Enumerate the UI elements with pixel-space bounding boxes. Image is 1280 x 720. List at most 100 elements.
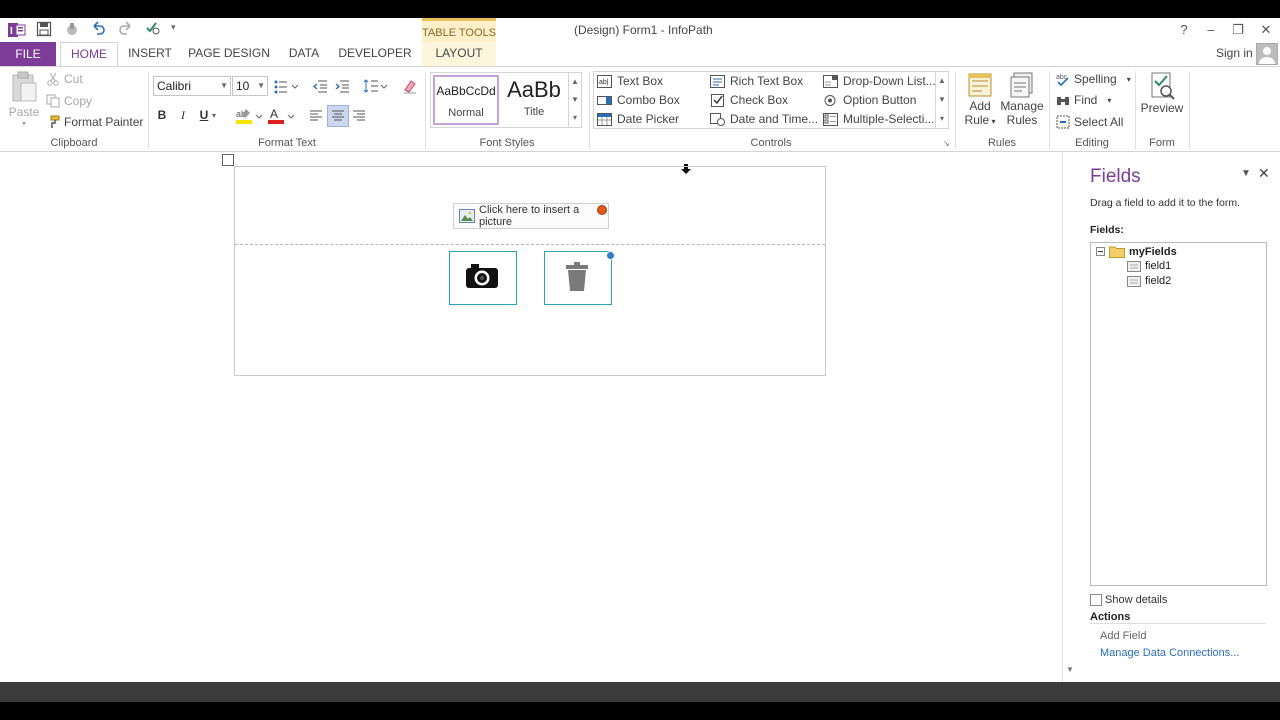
format-text-group-label: Format Text bbox=[258, 137, 316, 149]
control-rich-text-box[interactable]: Rich Text Box bbox=[710, 74, 803, 88]
form-group-label: Form bbox=[1149, 137, 1175, 149]
dialog-launcher-icon[interactable]: ↘ bbox=[943, 139, 950, 148]
line-spacing-button[interactable] bbox=[362, 78, 390, 94]
find-button[interactable]: Find ▾ bbox=[1056, 93, 1111, 107]
highlight-color-button[interactable]: ab bbox=[236, 107, 264, 125]
collapse-icon[interactable] bbox=[1096, 247, 1105, 256]
tab-file[interactable]: FILE bbox=[0, 42, 56, 66]
ribbon: Paste ▾ Cut Copy Format Painter Clipboar… bbox=[0, 66, 1280, 152]
format-painter-button[interactable]: Format Painter bbox=[46, 115, 143, 129]
control-date-picker-label: Date Picker bbox=[617, 112, 680, 126]
table-select-handle[interactable] bbox=[222, 154, 234, 166]
decrease-indent-button[interactable] bbox=[312, 78, 328, 94]
user-avatar[interactable] bbox=[1256, 43, 1278, 65]
controls-group-label: Controls bbox=[750, 137, 792, 149]
spelling-button[interactable]: abc Spelling ▾ bbox=[1056, 72, 1131, 86]
tab-insert[interactable]: INSERT bbox=[124, 42, 176, 66]
control-date-picker[interactable]: Date Picker bbox=[597, 112, 679, 126]
chevron-down-icon: ▾ bbox=[989, 117, 996, 126]
canvas-vertical-scrollbar[interactable]: ▼ bbox=[1062, 152, 1078, 682]
increase-indent-button[interactable] bbox=[334, 78, 350, 94]
tab-data[interactable]: DATA bbox=[282, 42, 326, 66]
help-button[interactable]: ? bbox=[1172, 20, 1196, 40]
align-center-button[interactable] bbox=[327, 105, 349, 127]
font-color-button[interactable]: A bbox=[268, 107, 296, 125]
gallery-scroll-up-icon[interactable]: ▲ bbox=[568, 73, 581, 91]
add-field-link[interactable]: Add Field bbox=[1100, 630, 1146, 642]
save-icon[interactable] bbox=[36, 21, 52, 37]
clear-formatting-button[interactable] bbox=[402, 78, 418, 94]
underline-button[interactable]: U bbox=[194, 105, 214, 125]
control-combo-box[interactable]: Combo Box bbox=[597, 93, 680, 107]
scroll-down-icon[interactable]: ▼ bbox=[1066, 665, 1074, 674]
control-check-box[interactable]: Check Box bbox=[710, 93, 788, 107]
control-date-and-time[interactable]: Date and Time... bbox=[710, 112, 818, 126]
font-styles-group-label: Font Styles bbox=[479, 137, 535, 149]
camera-picture-button[interactable] bbox=[449, 251, 517, 305]
control-multiple-selection[interactable]: Multiple-Selecti... bbox=[823, 112, 934, 126]
style-normal[interactable]: AaBbCcDd Normal bbox=[433, 75, 499, 125]
sign-in-link[interactable]: Sign in bbox=[1216, 46, 1253, 60]
tab-home[interactable]: HOME bbox=[60, 42, 118, 67]
gallery-scroll-down-icon[interactable]: ▼ bbox=[568, 91, 581, 109]
undo-icon[interactable] bbox=[90, 20, 106, 36]
form-design-canvas[interactable]: Click here to insert a picture bbox=[0, 152, 1062, 682]
show-details-checkbox[interactable] bbox=[1090, 594, 1102, 606]
manage-rules-button[interactable]: Manage Rules bbox=[1000, 71, 1044, 127]
close-button[interactable]: ✕ bbox=[1254, 20, 1278, 40]
italic-button[interactable]: I bbox=[173, 105, 193, 125]
quick-publish-icon[interactable] bbox=[64, 21, 80, 37]
minimize-button[interactable]: – bbox=[1199, 20, 1223, 40]
gallery-more-icon[interactable]: ▾ bbox=[935, 110, 948, 128]
style-title-label: Title bbox=[523, 106, 545, 118]
chevron-down-icon: ▼ bbox=[220, 81, 228, 90]
delete-picture-button[interactable] bbox=[544, 251, 612, 305]
binoculars-icon bbox=[1056, 93, 1070, 107]
control-drop-down-list-label: Drop-Down List... bbox=[843, 74, 936, 88]
tree-item-field2[interactable]: field2 bbox=[1127, 275, 1171, 287]
status-bar bbox=[0, 682, 1280, 702]
align-left-button[interactable] bbox=[308, 108, 324, 124]
redo-icon[interactable] bbox=[118, 20, 134, 36]
bold-button[interactable]: B bbox=[152, 105, 172, 125]
tab-page-design[interactable]: PAGE DESIGN bbox=[186, 42, 272, 66]
pane-close-icon[interactable]: ✕ bbox=[1258, 165, 1270, 182]
control-option-button[interactable]: Option Button bbox=[823, 93, 916, 107]
font-size-combo[interactable]: 10 ▼ bbox=[232, 76, 268, 96]
manage-data-connections-link[interactable]: Manage Data Connections... bbox=[1100, 647, 1239, 659]
copy-button[interactable]: Copy bbox=[46, 94, 92, 108]
preview-quick-icon[interactable] bbox=[145, 20, 161, 36]
underline-dropdown-icon[interactable]: ▾ bbox=[212, 111, 216, 120]
add-rule-label-1: Add bbox=[969, 99, 991, 113]
align-right-button[interactable] bbox=[351, 108, 367, 124]
control-text-box[interactable]: ab| Text Box bbox=[597, 74, 663, 88]
pane-options-icon[interactable]: ▼ bbox=[1241, 168, 1251, 179]
tab-layout[interactable]: LAYOUT bbox=[422, 42, 496, 66]
error-indicator-icon[interactable] bbox=[597, 205, 607, 215]
add-rule-button[interactable]: Add Rule ▾ bbox=[962, 71, 998, 127]
tree-item-myfields[interactable]: myFields bbox=[1096, 245, 1177, 258]
font-name-combo[interactable]: Calibri ▼ bbox=[153, 76, 231, 96]
gallery-scroll-down-icon[interactable]: ▼ bbox=[935, 91, 948, 109]
control-drop-down-list[interactable]: Drop-Down List... bbox=[823, 74, 936, 88]
spelling-label: Spelling bbox=[1074, 72, 1117, 86]
restore-button[interactable]: ❐ bbox=[1226, 20, 1250, 40]
info-indicator-icon[interactable] bbox=[606, 251, 615, 260]
fields-tree[interactable]: myFields field1 field2 bbox=[1090, 242, 1267, 586]
style-title[interactable]: AaBb Title bbox=[501, 75, 567, 125]
tree-item-field2-label: field2 bbox=[1145, 275, 1172, 287]
insert-picture-control[interactable]: Click here to insert a picture bbox=[453, 203, 609, 229]
paste-button[interactable]: Paste ▾ bbox=[8, 71, 40, 131]
form-layout-table[interactable]: Click here to insert a picture bbox=[234, 166, 826, 376]
tab-developer[interactable]: DEVELOPER bbox=[336, 42, 414, 66]
preview-button[interactable]: Preview bbox=[1140, 71, 1184, 115]
select-all-button[interactable]: Select All bbox=[1056, 115, 1123, 129]
cut-button[interactable]: Cut bbox=[46, 72, 83, 86]
gallery-scroll-up-icon[interactable]: ▲ bbox=[935, 72, 948, 90]
actions-label: Actions bbox=[1090, 611, 1131, 623]
tree-item-field1[interactable]: field1 bbox=[1127, 260, 1171, 272]
bullets-button[interactable] bbox=[273, 78, 301, 94]
customize-qat-icon[interactable]: ▾ bbox=[171, 22, 176, 33]
svg-text:A: A bbox=[270, 107, 278, 121]
gallery-more-icon[interactable]: ▾ bbox=[568, 109, 581, 127]
